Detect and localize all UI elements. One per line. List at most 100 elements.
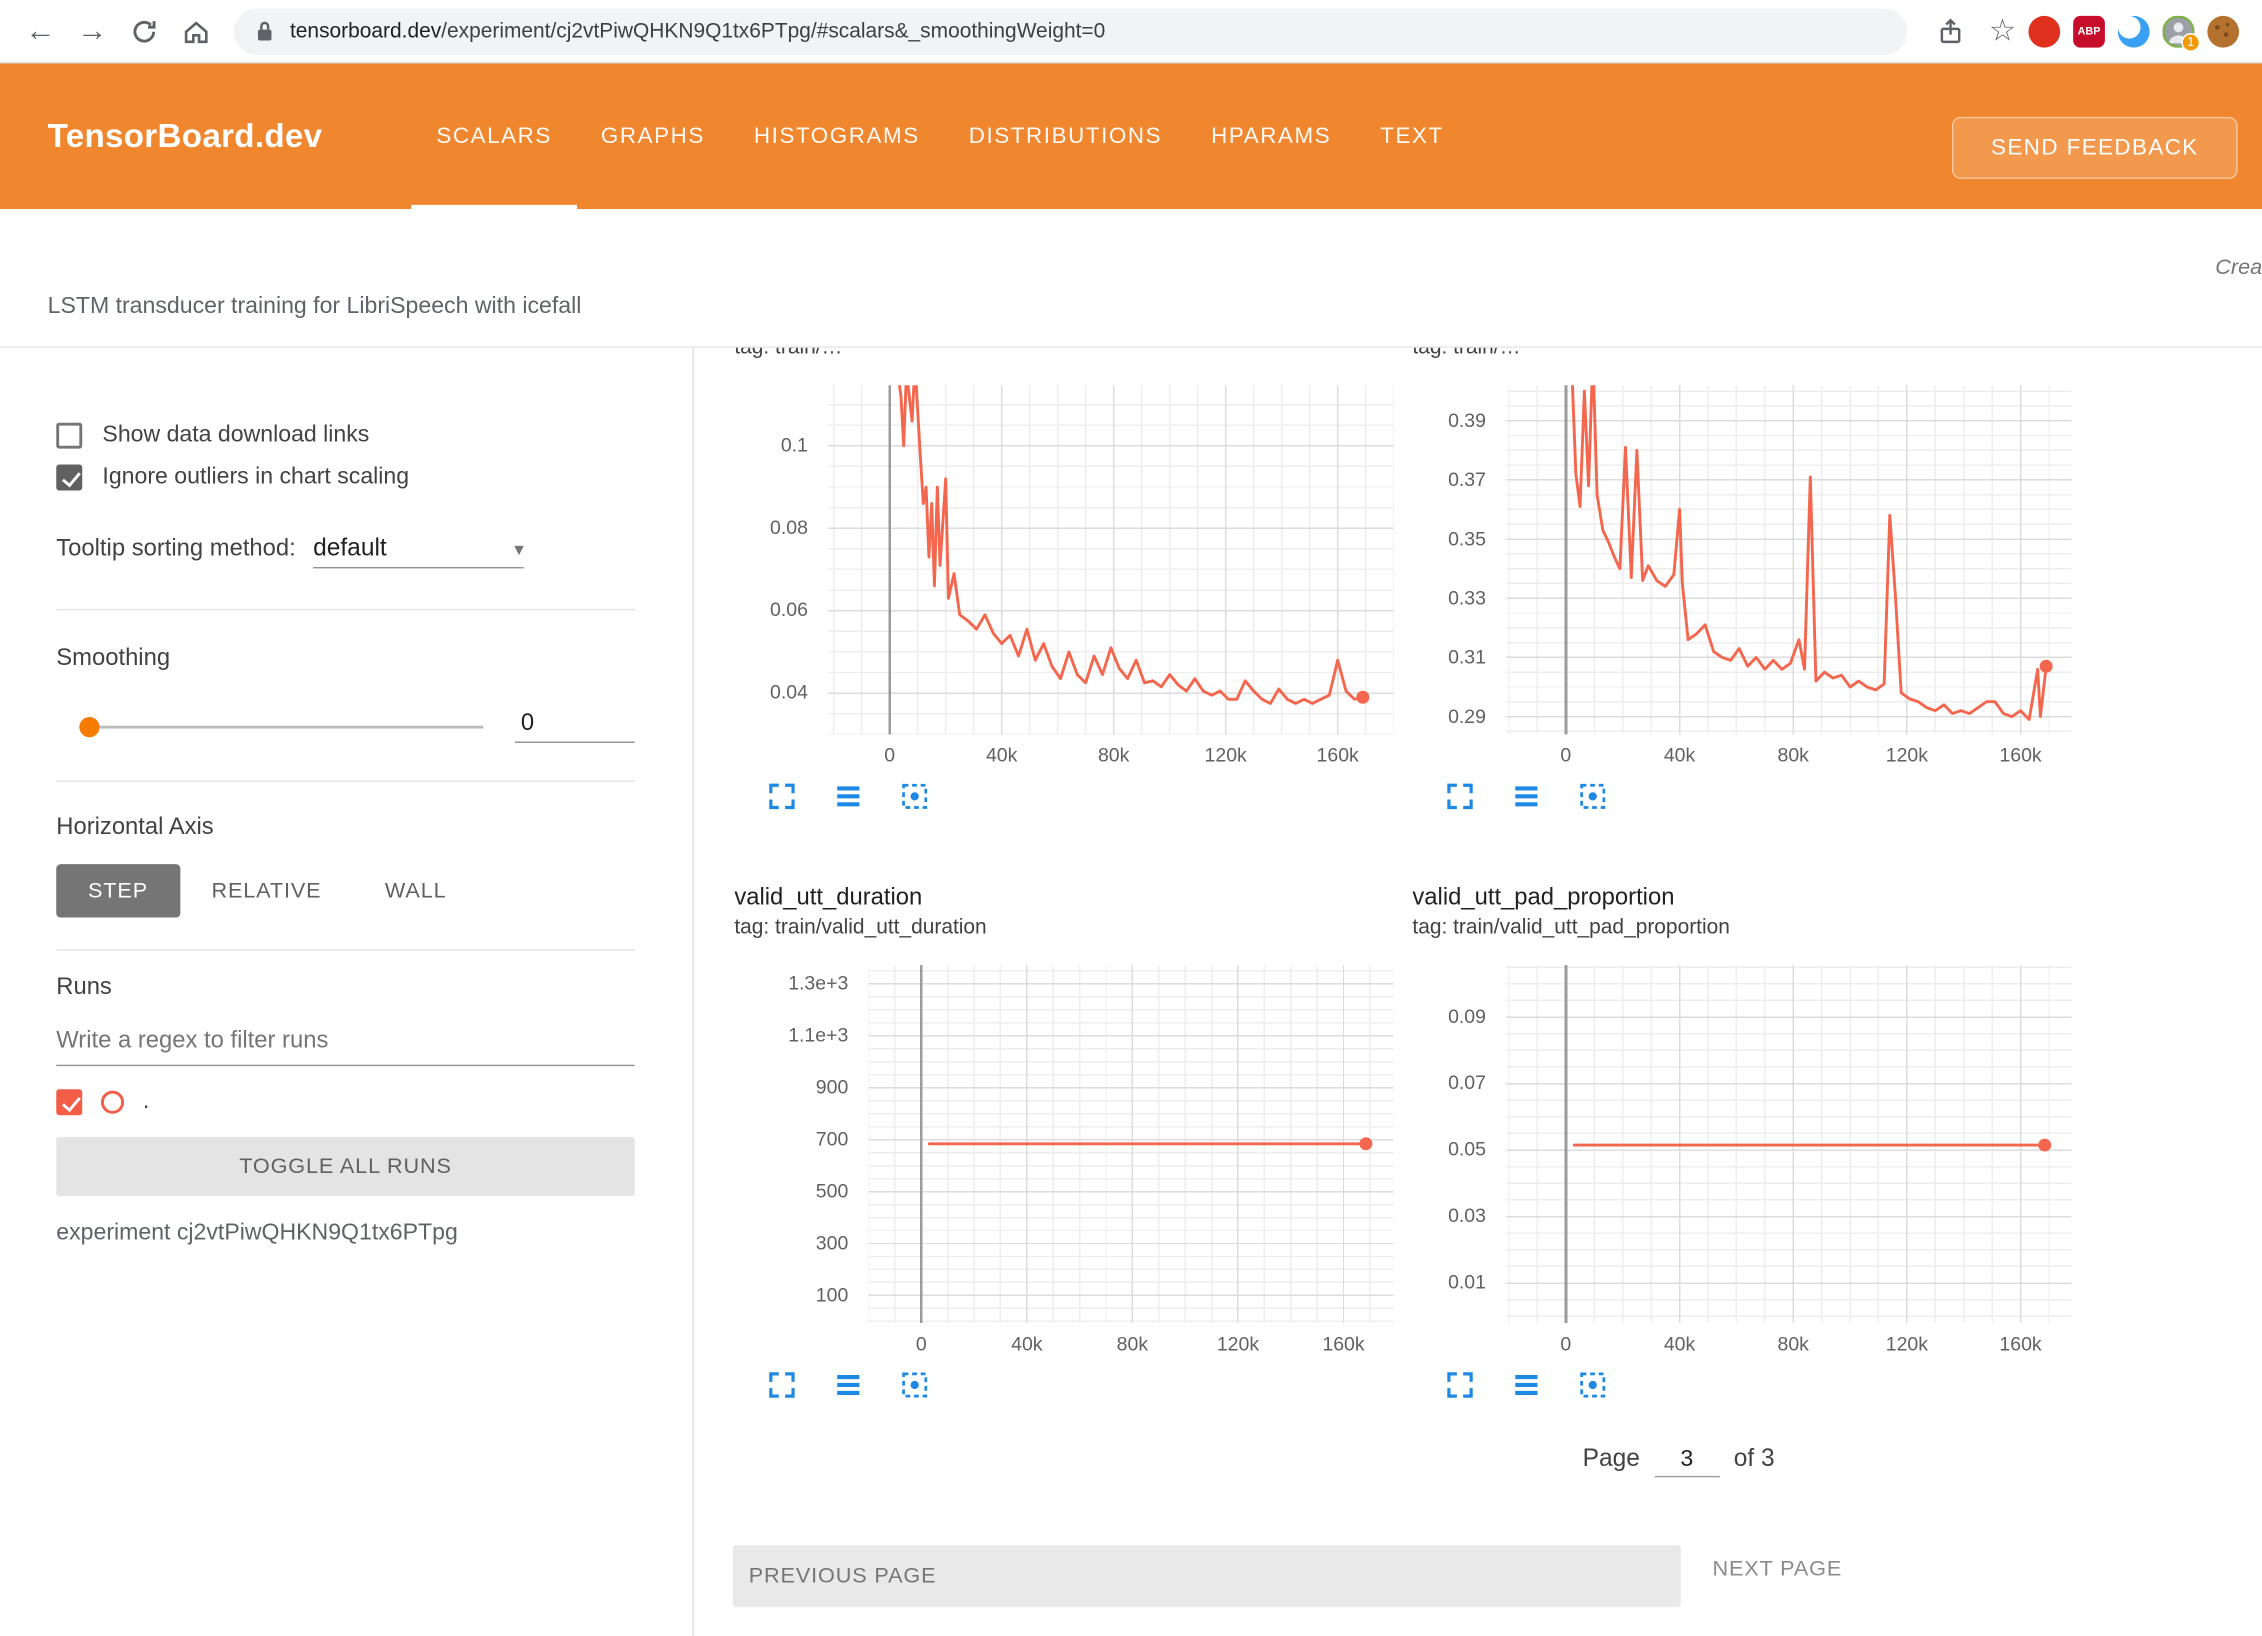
- chart-tag: tag: train/valid_utt_pad_proportion: [1412, 916, 2083, 945]
- toggle-y-axis-button[interactable]: [1509, 781, 1544, 816]
- x-tick-label: 120k: [1202, 1333, 1274, 1355]
- y-tick-label: 0.09: [1448, 1005, 1486, 1027]
- y-tick-label: 500: [816, 1180, 849, 1202]
- tab-text[interactable]: TEXT: [1356, 63, 1469, 209]
- tooltip-sorting-label: Tooltip sorting method:: [56, 535, 296, 562]
- created-text-clipped: Crea: [2215, 255, 2262, 280]
- forward-icon[interactable]: →: [66, 5, 118, 57]
- notification-badge: 1: [2181, 32, 2200, 51]
- x-tick-label: 160k: [1984, 1333, 2056, 1355]
- y-tick-label: 0.39: [1448, 409, 1486, 431]
- y-tick-label: 300: [816, 1232, 849, 1254]
- adblock-extension-icon[interactable]: [2028, 15, 2060, 47]
- experiment-id-text: experiment cj2vtPiwQHKN9Q1tx6PTpg: [56, 1221, 635, 1247]
- cookie-extension-icon[interactable]: [2207, 15, 2239, 47]
- runs-label: Runs: [56, 974, 635, 1001]
- reload-icon[interactable]: [118, 5, 170, 57]
- fit-domain-button[interactable]: [897, 781, 932, 816]
- fit-domain-button[interactable]: [897, 1369, 932, 1404]
- expand-chart-button[interactable]: [1443, 1369, 1478, 1404]
- run-name: .: [143, 1089, 149, 1115]
- chart-title: valid_utt_pad_proportion: [1412, 884, 2083, 916]
- tab-graphs[interactable]: GRAPHS: [576, 63, 729, 209]
- run-checkbox[interactable]: [56, 1089, 82, 1115]
- slider-track[interactable]: [79, 725, 483, 728]
- chart-tag: tag: train/…: [1412, 348, 2083, 365]
- fit-domain-button[interactable]: [1575, 781, 1610, 816]
- x-tick-label: 40k: [1643, 1333, 1715, 1355]
- checkbox-checked-icon[interactable]: [56, 465, 82, 491]
- ignore-outliers-checkbox-row[interactable]: Ignore outliers in chart scaling: [56, 465, 635, 491]
- checkbox-icon[interactable]: [56, 423, 82, 449]
- home-icon[interactable]: [170, 5, 222, 57]
- toggle-all-runs-button[interactable]: TOGGLE ALL RUNS: [56, 1137, 635, 1196]
- tab-distributions[interactable]: DISTRIBUTIONS: [944, 63, 1186, 209]
- x-tick-label: 120k: [1190, 744, 1262, 766]
- chart-card: valid_utt_duration tag: train/valid_utt_…: [713, 884, 1405, 1403]
- app-header: TensorBoard.dev SCALARS GRAPHS HISTOGRAM…: [0, 63, 2262, 209]
- axis-wall-button[interactable]: WALL: [353, 864, 478, 917]
- x-tick-label: 80k: [1757, 744, 1829, 766]
- tab-histograms[interactable]: HISTOGRAMS: [729, 63, 944, 209]
- chevron-down-icon: ▾: [514, 538, 523, 561]
- y-axis-labels: 0.290.310.330.350.370.39: [1391, 385, 1486, 734]
- x-tick-label: 40k: [966, 744, 1038, 766]
- lock-icon: [254, 19, 276, 44]
- show-download-links-checkbox-row[interactable]: Show data download links: [56, 423, 635, 449]
- smoothing-value[interactable]: 0: [515, 710, 635, 743]
- profile-avatar[interactable]: 1: [2163, 15, 2195, 47]
- smoothing-label: Smoothing: [56, 645, 635, 672]
- chart-tag: tag: train/…: [734, 348, 1405, 365]
- tooltip-sorting-dropdown[interactable]: default ▾: [313, 534, 524, 569]
- y-tick-label: 0.05: [1448, 1138, 1486, 1160]
- main-nav: SCALARS GRAPHS HISTOGRAMS DISTRIBUTIONS …: [412, 63, 1468, 209]
- back-icon[interactable]: ←: [14, 5, 66, 57]
- share-icon[interactable]: [1925, 5, 1977, 57]
- axis-relative-button[interactable]: RELATIVE: [180, 864, 353, 917]
- experiment-title: LSTM transducer training for LibriSpeech…: [48, 294, 582, 320]
- y-tick-label: 0.1: [781, 434, 808, 456]
- x-axis-labels: 040k80k120k160k: [1391, 1323, 2083, 1363]
- line-chart-plot: [828, 385, 1394, 734]
- x-tick-label: 120k: [1871, 1333, 1943, 1355]
- x-tick-label: 0: [1530, 1333, 1602, 1355]
- address-bar[interactable]: tensorboard.dev/experiment/cj2vtPiwQHKN9…: [234, 8, 1908, 54]
- runs-filter-input[interactable]: [56, 1021, 635, 1066]
- next-page-button[interactable]: NEXT PAGE: [1712, 1557, 1842, 1582]
- horizontal-axis-toggle: STEP RELATIVE WALL: [56, 864, 635, 917]
- smoothing-slider[interactable]: [79, 715, 483, 738]
- run-list-item[interactable]: .: [56, 1089, 635, 1115]
- page-number-input[interactable]: [1654, 1446, 1719, 1478]
- toggle-y-axis-button[interactable]: [831, 781, 866, 816]
- axis-step-button[interactable]: STEP: [56, 864, 179, 917]
- top-charts-clipped-region: tag: train/… 0.040.060.080.1 040k80k120k…: [694, 348, 2262, 847]
- expand-chart-button[interactable]: [1443, 781, 1478, 816]
- x-tick-label: 40k: [1643, 744, 1715, 766]
- expand-chart-button[interactable]: [765, 1369, 800, 1404]
- tab-scalars[interactable]: SCALARS: [412, 63, 577, 209]
- run-color-swatch[interactable]: [101, 1091, 124, 1114]
- bookmark-star-icon[interactable]: ☆: [1976, 5, 2028, 57]
- x-axis-labels: 040k80k120k160k: [1391, 734, 2083, 774]
- y-tick-label: 0.03: [1448, 1205, 1486, 1227]
- chart-card: tag: train/… 0.290.310.330.350.370.39 04…: [1391, 348, 2083, 815]
- abp-extension-icon[interactable]: ABP: [2073, 15, 2105, 47]
- toggle-y-axis-button[interactable]: [1509, 1369, 1544, 1404]
- send-feedback-button[interactable]: SEND FEEDBACK: [1952, 117, 2238, 179]
- y-tick-label: 0.29: [1448, 705, 1486, 727]
- x-axis-labels: 040k80k120k160k: [713, 1323, 1405, 1363]
- settings-sidebar: Show data download links Ignore outliers…: [0, 348, 694, 1636]
- tab-hparams[interactable]: HPARAMS: [1187, 63, 1356, 209]
- url-text: tensorboard.dev/experiment/cj2vtPiwQHKN9…: [290, 19, 1105, 42]
- page-total-label: of 3: [1734, 1444, 1775, 1473]
- y-axis-labels: 1003005007009001.1e+31.3e+3: [713, 965, 849, 1323]
- previous-page-button[interactable]: PREVIOUS PAGE: [733, 1545, 1681, 1607]
- browser-toolbar: ← → tensorboard.dev/experiment/cj2vtPiwQ…: [0, 0, 2262, 63]
- blue-extension-icon[interactable]: [2118, 15, 2150, 47]
- expand-chart-button[interactable]: [765, 781, 800, 816]
- y-axis-labels: 0.010.030.050.070.09: [1391, 965, 1486, 1323]
- x-tick-label: 80k: [1078, 744, 1150, 766]
- toggle-y-axis-button[interactable]: [831, 1369, 866, 1404]
- slider-thumb[interactable]: [79, 716, 99, 736]
- fit-domain-button[interactable]: [1575, 1369, 1610, 1404]
